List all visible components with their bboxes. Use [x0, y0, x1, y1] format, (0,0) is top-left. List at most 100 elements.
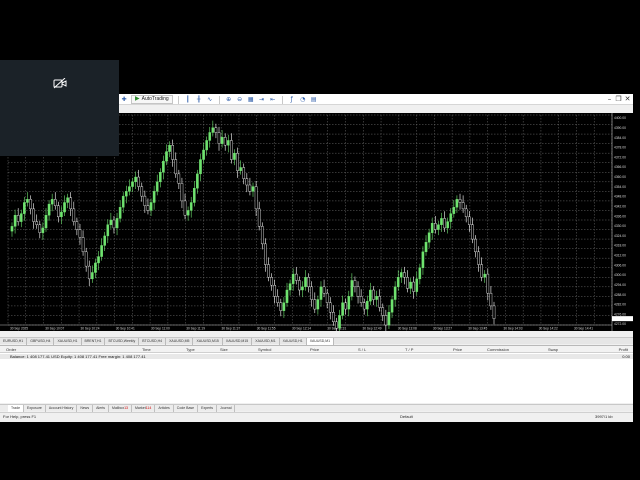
price-label: 4318.00: [614, 244, 626, 248]
candle-body: [19, 213, 23, 222]
candle-body: [84, 251, 88, 267]
candle-body: [251, 186, 255, 192]
candle-body: [16, 215, 20, 222]
candle-body: [427, 232, 431, 243]
candle-body: [230, 140, 233, 160]
status-bar: For Help, press F1 Default 3997/1 kb: [0, 412, 633, 420]
toolbox-tab[interactable]: Articles: [155, 405, 174, 412]
column-header[interactable]: S / L: [358, 346, 366, 353]
column-header[interactable]: Swap: [548, 346, 558, 353]
chart-tab[interactable]: EURUSD,H1: [0, 338, 28, 345]
column-header[interactable]: Profit: [619, 346, 628, 353]
candle-body: [393, 286, 397, 300]
candle-body: [140, 186, 144, 197]
candle-body: [189, 202, 193, 211]
indicators-icon[interactable]: ƒ: [288, 96, 296, 104]
candle-body: [75, 221, 79, 230]
chart-window-tabs: EURUSD,H1 GBPUSD,H4 XAUUSD,H1 BRENT,H1 BTCUS…: [0, 337, 633, 345]
time-label: 30 Sep 12:14: [292, 327, 311, 331]
toolbox-tab-badge: 114: [145, 406, 152, 410]
candle-body: [366, 300, 369, 310]
column-header[interactable]: Commission: [487, 346, 509, 353]
toolbox-tab[interactable]: Account History: [46, 405, 78, 412]
periods-icon[interactable]: ◔: [299, 96, 307, 104]
chart-tab[interactable]: BRENT,H1: [82, 338, 106, 345]
toolbox-terminal: Order Time Type Size Symbol Price S / L T / P Pr…: [0, 345, 633, 403]
candle-body: [29, 199, 32, 210]
column-header[interactable]: T / P: [405, 346, 413, 353]
toolbox-tab[interactable]: Exposure: [24, 405, 46, 412]
price-label: 4354.00: [614, 185, 626, 189]
column-header[interactable]: Price: [453, 346, 462, 353]
column-header[interactable]: Price: [310, 346, 319, 353]
candle-body: [121, 195, 125, 208]
candle-body: [288, 283, 292, 291]
chart-tab[interactable]: XAUUSD,M5: [166, 338, 194, 345]
candle-body: [486, 273, 490, 294]
chart-tab[interactable]: XAUUSD,M15: [223, 338, 253, 345]
camera-off-icon[interactable]: [53, 78, 67, 89]
line-chart-icon[interactable]: ∿: [206, 96, 214, 104]
column-header[interactable]: Symbol: [258, 346, 271, 353]
price-label: 4378.00: [614, 146, 626, 150]
zoom-out-icon[interactable]: ⊖: [236, 96, 244, 104]
autotrading-button[interactable]: ▶ AutoTrading: [131, 95, 173, 104]
new-order-icon[interactable]: ✚: [120, 96, 128, 104]
time-label: 30 Sep 14:03: [504, 327, 523, 331]
toolbox-tab[interactable]: Trade: [8, 405, 25, 412]
toolbox-tab[interactable]: Experts: [198, 405, 217, 412]
candle-body: [264, 243, 267, 265]
auto-scroll-icon[interactable]: ⇥: [258, 96, 266, 104]
time-label: 30 Sep 10:07: [45, 327, 64, 331]
column-header[interactable]: Type: [186, 346, 195, 353]
time-label: 30 Sep 14:41: [574, 327, 593, 331]
chart-tab[interactable]: XAUUSD,M1: [306, 338, 335, 345]
toolbox-tab-badge: 13: [124, 406, 129, 410]
candle-body: [353, 280, 357, 288]
price-label: 4366.00: [614, 165, 626, 169]
toolbox-tab-label: Code Base: [176, 406, 195, 410]
zoom-in-icon[interactable]: ⊕: [225, 96, 233, 104]
candle-body: [236, 152, 239, 171]
candle-body: [418, 267, 422, 280]
candle-body: [192, 187, 196, 203]
candle-body: [477, 251, 480, 265]
toolbox-tab[interactable]: Alerts: [93, 405, 110, 412]
chart-tab[interactable]: XAUUSD,M1: [252, 338, 280, 345]
chart-shift-icon[interactable]: ⇤: [269, 96, 277, 104]
toolbox-tab-label: Account History: [48, 406, 74, 410]
price-label: 4312.00: [614, 254, 626, 258]
candlestick-icon[interactable]: ╫: [195, 96, 203, 104]
candle-body: [347, 296, 351, 310]
templates-icon[interactable]: ▤: [310, 96, 318, 104]
candle-body: [35, 221, 39, 225]
toolbox-tab[interactable]: Code Base: [174, 405, 199, 412]
chart-tab[interactable]: GBPUSD,H4: [27, 338, 55, 345]
toolbox-tab[interactable]: Mailbox13: [109, 405, 133, 412]
chart-tab[interactable]: BTCUSD,Weekly: [105, 338, 140, 345]
price-label: 4360.00: [614, 175, 626, 179]
column-header[interactable]: Time: [142, 346, 151, 353]
toolbox-tab[interactable]: Market114: [132, 405, 156, 412]
candle-body: [199, 159, 202, 175]
toolbox-tabs: Trade Exposure Account History News Alerts Ma…: [0, 404, 633, 412]
toolbox-tab[interactable]: Journal: [217, 405, 236, 412]
toolbox-tab-label: Alerts: [96, 406, 106, 410]
candle-body: [338, 315, 341, 329]
candle-body: [307, 277, 310, 288]
tile-windows-icon[interactable]: ▦: [247, 96, 255, 104]
chart-tab[interactable]: XAUUSD,M15: [193, 338, 223, 345]
bar-chart-icon[interactable]: ┃: [184, 96, 192, 104]
candle-body: [245, 178, 249, 186]
candle-body: [131, 181, 134, 187]
toolbox-tab-label: Mailbox: [112, 406, 125, 410]
chart-tab[interactable]: XAUUSD,H1: [54, 338, 82, 345]
column-header[interactable]: Size: [220, 346, 228, 353]
time-label: 30 Sep 11:37: [222, 327, 241, 331]
toolbox-tab[interactable]: News: [77, 405, 94, 412]
chart-tab[interactable]: BTCUSD,H4: [139, 338, 167, 345]
chart-tab[interactable]: XAUUSD,H1: [280, 338, 307, 345]
candle-body: [301, 286, 304, 291]
column-header[interactable]: Order: [6, 346, 16, 353]
balance-row[interactable]: Balance: 1 408 177.41 USD Equity: 1 408 …: [0, 354, 633, 359]
